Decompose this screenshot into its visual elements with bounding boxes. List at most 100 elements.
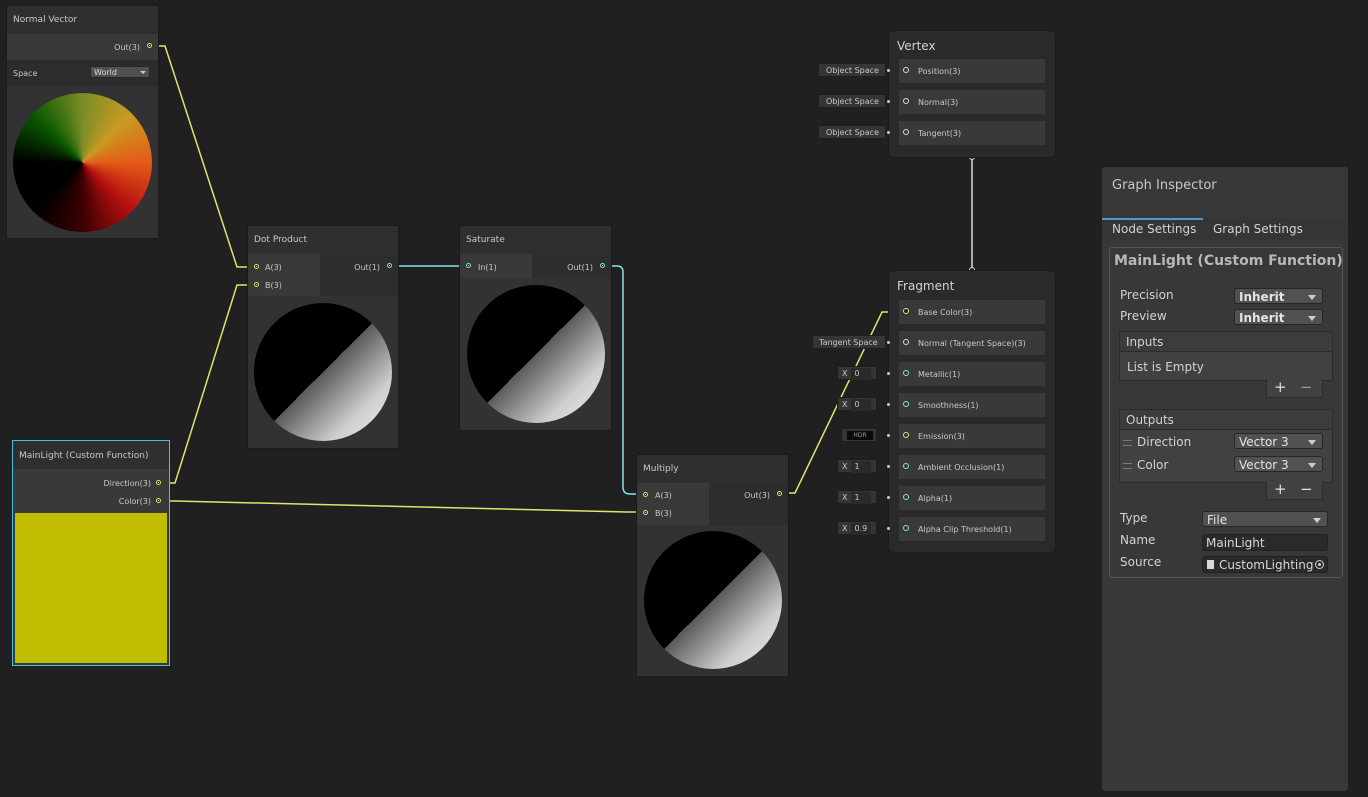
mainlight-node[interactable]: MainLight (Custom Function) Direction(3)… bbox=[13, 441, 169, 665]
input-port-a-label: A(3) bbox=[655, 491, 672, 500]
value[interactable]: 0 bbox=[851, 399, 872, 411]
node-title: Dot Product bbox=[248, 226, 398, 254]
vertex-tangent-space-input[interactable]: Object Space bbox=[818, 125, 886, 139]
stub-dot bbox=[887, 131, 890, 134]
output-color-label: Color(3) bbox=[118, 497, 151, 506]
source-label: Source bbox=[1120, 555, 1162, 569]
smoothness-value-field[interactable]: X0 bbox=[837, 397, 877, 411]
stub-dot bbox=[887, 341, 890, 344]
vertex-context[interactable]: Vertex Position(3) Normal(3) Tangent(3) bbox=[888, 30, 1056, 158]
output-color-name[interactable]: Color bbox=[1137, 458, 1168, 472]
value[interactable]: 0.9 bbox=[851, 523, 872, 535]
slot-port-dot[interactable] bbox=[903, 308, 909, 314]
inputs-label: Inputs bbox=[1126, 335, 1164, 349]
slot-label: Emission(3) bbox=[918, 432, 965, 441]
fragment-slot-normal[interactable]: Normal (Tangent Space)(3) bbox=[899, 331, 1045, 355]
vertex-slot-normal[interactable]: Normal(3) bbox=[899, 90, 1045, 114]
alpha-clip-value-field[interactable]: X 0.9 bbox=[837, 521, 877, 535]
normal-vector-node[interactable]: Normal Vector Out(3) Space World bbox=[7, 6, 158, 238]
preview-sphere bbox=[467, 285, 605, 423]
metallic-value-field[interactable]: X0 bbox=[837, 366, 877, 380]
fragment-slot-alpha-clip[interactable]: Alpha Clip Threshold(1) bbox=[899, 517, 1045, 541]
output-port-dot[interactable] bbox=[147, 43, 152, 48]
slot-port-dot[interactable] bbox=[903, 463, 909, 469]
value[interactable]: 1 bbox=[851, 461, 872, 473]
fragment-normal-space-input[interactable]: Tangent Space bbox=[812, 335, 886, 349]
object-picker-icon[interactable] bbox=[1315, 560, 1324, 569]
slot-port-dot[interactable] bbox=[903, 339, 909, 345]
input-port-b-label: B(3) bbox=[655, 509, 672, 518]
preview-dropdown[interactable]: Inherit bbox=[1234, 309, 1323, 325]
output-port-dot[interactable] bbox=[777, 491, 782, 496]
slot-port-dot[interactable] bbox=[903, 401, 909, 407]
type-dropdown[interactable]: File bbox=[1202, 511, 1328, 527]
space-label: Space bbox=[13, 69, 38, 78]
slot-label: Base Color(3) bbox=[918, 308, 973, 317]
output-port-dot[interactable] bbox=[387, 263, 392, 268]
vertex-slot-tangent[interactable]: Tangent(3) bbox=[899, 121, 1045, 145]
chevron-down-icon bbox=[1313, 518, 1321, 523]
type-label: Type bbox=[1120, 511, 1148, 525]
fragment-context[interactable]: Fragment Base Color(3) Normal (Tangent S… bbox=[888, 270, 1056, 553]
alpha-value-field[interactable]: X1 bbox=[837, 490, 877, 504]
fragment-slot-smoothness[interactable]: Smoothness(1) bbox=[899, 393, 1045, 417]
output-color-dot[interactable] bbox=[156, 498, 161, 503]
remove-input-button[interactable]: − bbox=[1300, 378, 1313, 396]
input-port-dot[interactable] bbox=[466, 263, 471, 268]
vertex-position-space-input[interactable]: Object Space bbox=[818, 63, 886, 77]
wire-color-to-multiply-b[interactable] bbox=[162, 500, 640, 513]
input-port-a-dot[interactable] bbox=[643, 492, 648, 497]
wire-normal-to-dot-a[interactable] bbox=[152, 45, 250, 268]
node-preview bbox=[637, 525, 788, 676]
drag-handle-icon[interactable] bbox=[1123, 463, 1132, 469]
saturate-node[interactable]: Saturate In(1) Out(1) bbox=[460, 226, 611, 430]
drag-handle-icon[interactable] bbox=[1123, 440, 1132, 446]
multiply-node[interactable]: Multiply A(3) B(3) Out(3) bbox=[637, 455, 788, 676]
source-object-field[interactable]: CustomLighting bbox=[1202, 556, 1328, 573]
x-label: X bbox=[842, 400, 848, 409]
fragment-slot-metallic[interactable]: Metallic(1) bbox=[899, 362, 1045, 386]
value[interactable]: 0 bbox=[851, 368, 872, 380]
fragment-slot-base-color[interactable]: Base Color(3) bbox=[899, 300, 1045, 324]
value[interactable]: 1 bbox=[851, 492, 872, 504]
dot-product-node[interactable]: Dot Product A(3) B(3) Out(1) bbox=[248, 226, 398, 448]
name-field[interactable]: MainLight bbox=[1202, 534, 1328, 551]
input-port-b-dot[interactable] bbox=[254, 282, 259, 287]
slot-port-dot[interactable] bbox=[903, 432, 909, 438]
fragment-slot-alpha[interactable]: Alpha(1) bbox=[899, 486, 1045, 510]
slot-port-dot[interactable] bbox=[903, 98, 909, 104]
vertex-normal-space-input[interactable]: Object Space bbox=[818, 94, 886, 108]
input-port-a-dot[interactable] bbox=[254, 264, 259, 269]
add-input-button[interactable]: + bbox=[1274, 378, 1287, 396]
input-port-b-dot[interactable] bbox=[643, 510, 648, 515]
precision-dropdown[interactable]: Inherit bbox=[1234, 288, 1323, 304]
fragment-title: Fragment bbox=[897, 279, 955, 293]
remove-output-button[interactable]: − bbox=[1300, 480, 1313, 498]
slot-port-dot[interactable] bbox=[903, 494, 909, 500]
node-title: Normal Vector bbox=[7, 6, 158, 34]
preview-sphere bbox=[644, 531, 782, 669]
tab-graph-settings[interactable]: Graph Settings bbox=[1213, 219, 1303, 239]
tab-node-settings[interactable]: Node Settings bbox=[1112, 219, 1196, 239]
output-direction-dot[interactable] bbox=[156, 480, 161, 485]
emission-hdr-color-field[interactable]: HDR bbox=[841, 428, 877, 442]
space-dropdown[interactable]: World bbox=[90, 66, 150, 78]
vertex-title: Vertex bbox=[897, 39, 936, 53]
vertex-slot-position[interactable]: Position(3) bbox=[899, 59, 1045, 83]
output-color-type-dropdown[interactable]: Vector 3 bbox=[1234, 456, 1323, 472]
add-output-button[interactable]: + bbox=[1274, 480, 1287, 498]
output-direction-type-dropdown[interactable]: Vector 3 bbox=[1234, 433, 1323, 449]
slot-port-dot[interactable] bbox=[903, 67, 909, 73]
output-direction-name[interactable]: Direction bbox=[1137, 435, 1191, 449]
slot-port-dot[interactable] bbox=[903, 370, 909, 376]
output-port-dot[interactable] bbox=[600, 263, 605, 268]
preview-value: Inherit bbox=[1239, 311, 1285, 325]
graph-inspector-panel[interactable]: Graph Inspector Node Settings Graph Sett… bbox=[1101, 166, 1349, 792]
hdr-swatch: HDR bbox=[847, 431, 873, 440]
slot-port-dot[interactable] bbox=[903, 129, 909, 135]
slot-port-dot[interactable] bbox=[903, 525, 909, 531]
wire-direction-to-dot-b[interactable] bbox=[162, 284, 250, 484]
ambient-occlusion-value-field[interactable]: X1 bbox=[837, 459, 877, 473]
fragment-slot-emission[interactable]: Emission(3) bbox=[899, 424, 1045, 448]
fragment-slot-ambient-occlusion[interactable]: Ambient Occlusion(1) bbox=[899, 455, 1045, 479]
